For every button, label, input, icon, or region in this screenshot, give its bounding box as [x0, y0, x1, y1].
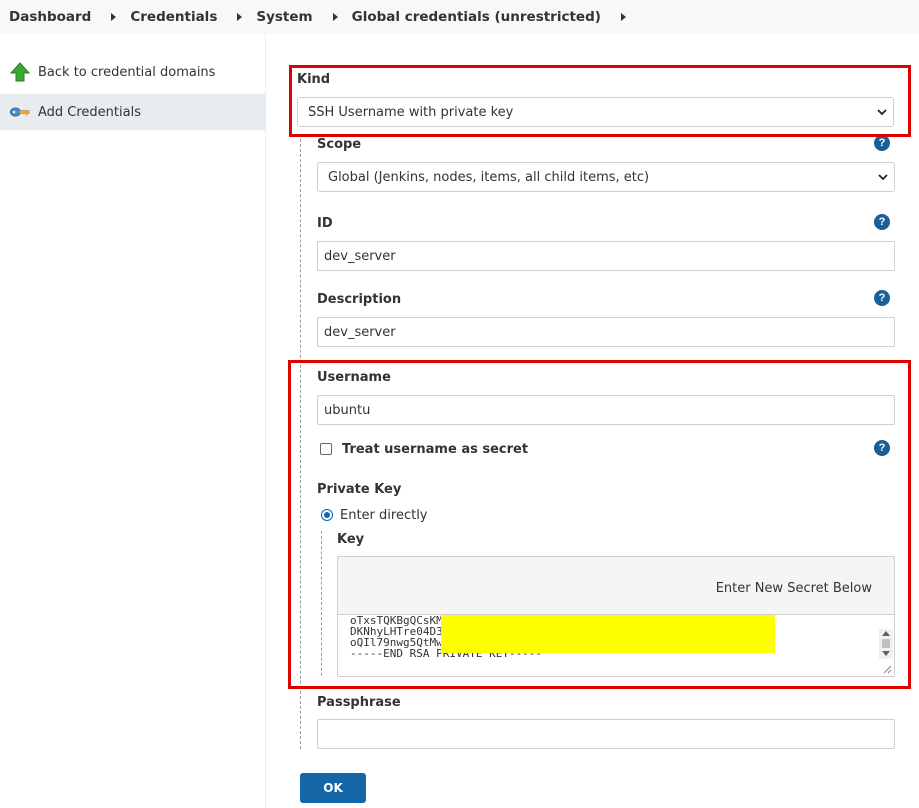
- sidebar-item-label: Add Credentials: [38, 104, 141, 120]
- sidebar-item-label: Back to credential domains: [38, 64, 216, 80]
- id-label: ID: [317, 216, 333, 231]
- passphrase-label: Passphrase: [317, 695, 401, 710]
- breadcrumb: Dashboard Credentials System Global cred…: [0, 0, 919, 34]
- id-input[interactable]: dev_server: [317, 241, 895, 271]
- enter-directly-label[interactable]: Enter directly: [340, 508, 428, 523]
- scope-label-text: Scope: [317, 137, 362, 152]
- sidebar-item-add-credentials[interactable]: Add Credentials: [0, 94, 266, 130]
- resize-handle-icon[interactable]: [883, 665, 892, 674]
- help-icon[interactable]: ?: [874, 214, 890, 230]
- treat-username-secret-checkbox[interactable]: [320, 443, 332, 455]
- chevron-down-icon: [877, 109, 887, 116]
- sidebar-item-back-to-domains[interactable]: Back to credential domains: [0, 54, 266, 90]
- username-input[interactable]: ubuntu: [317, 395, 895, 425]
- credentials-form: Kind SSH Username with private key Scope…: [266, 34, 919, 808]
- key-label: Key: [337, 532, 365, 547]
- help-icon[interactable]: ?: [874, 135, 890, 151]
- ok-button[interactable]: OK: [300, 773, 366, 803]
- breadcrumb-global-credentials[interactable]: Global credentials (unrestricted): [352, 9, 601, 25]
- breadcrumb-credentials[interactable]: Credentials: [130, 9, 217, 25]
- scope-select-value: Global (Jenkins, nodes, items, all child…: [328, 169, 650, 185]
- scope-label: Scope: [317, 137, 361, 152]
- up-arrow-icon: [10, 62, 30, 82]
- enter-directly-radio[interactable]: [321, 509, 333, 521]
- private-key-label: Private Key: [317, 482, 402, 497]
- treat-username-secret-label[interactable]: Treat username as secret: [342, 442, 528, 457]
- description-label: Description: [317, 292, 402, 307]
- username-label: Username: [317, 370, 391, 385]
- nesting-guide: [321, 531, 322, 676]
- chevron-right-icon[interactable]: [620, 13, 626, 21]
- chevron-right-icon: [237, 13, 243, 21]
- username-input-value: ubuntu: [324, 402, 371, 418]
- help-icon[interactable]: ?: [874, 440, 890, 456]
- nesting-guide: [300, 139, 301, 749]
- id-input-value: dev_server: [324, 248, 396, 264]
- chevron-down-icon: [878, 174, 888, 181]
- description-input[interactable]: dev_server: [317, 317, 895, 347]
- textarea-scrollbar[interactable]: [879, 629, 893, 659]
- key-icon: [10, 102, 30, 122]
- kind-select[interactable]: SSH Username with private key: [297, 97, 894, 127]
- redaction-overlay: [441, 615, 775, 653]
- chevron-right-icon: [111, 13, 117, 21]
- scope-select[interactable]: Global (Jenkins, nodes, items, all child…: [317, 162, 895, 192]
- breadcrumb-dashboard[interactable]: Dashboard: [9, 9, 91, 25]
- passphrase-input[interactable]: [317, 719, 895, 749]
- sidebar: Back to credential domains Add Credentia…: [0, 34, 266, 808]
- kind-select-value: SSH Username with private key: [308, 104, 514, 120]
- chevron-right-icon: [332, 13, 338, 21]
- secret-caption: Enter New Secret Below: [715, 581, 872, 596]
- secret-key-panel: Enter New Secret Below oTxsTQKBgQCsKM DK…: [337, 556, 895, 677]
- description-input-value: dev_server: [324, 324, 396, 340]
- breadcrumb-system[interactable]: System: [256, 9, 312, 25]
- kind-label: Kind: [297, 72, 331, 87]
- private-key-textarea[interactable]: oTxsTQKBgQCsKM DKNhyLHTre04D3 oQIl79nwg5…: [338, 614, 894, 676]
- help-icon[interactable]: ?: [874, 290, 890, 306]
